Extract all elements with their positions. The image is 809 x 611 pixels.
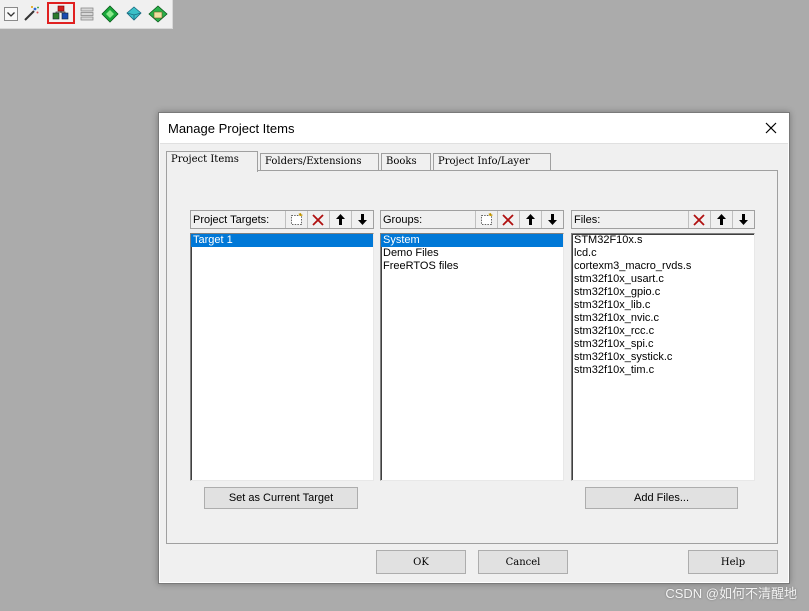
delete-group-button[interactable]	[497, 211, 518, 228]
group-item[interactable]: Demo Files	[381, 247, 563, 260]
files-list[interactable]: STM32F10x.s lcd.c cortexm3_macro_rvds.s …	[571, 233, 755, 481]
help-button[interactable]: Help	[688, 550, 778, 574]
magic-wand-icon[interactable]	[21, 4, 41, 24]
file-item[interactable]: stm32f10x_tim.c	[572, 364, 754, 377]
project-targets-column: Project Targets: Target 1	[190, 210, 374, 481]
groups-list[interactable]: System Demo Files FreeRTOS files	[380, 233, 564, 481]
green-diamond-icon[interactable]	[100, 4, 120, 24]
close-button[interactable]	[759, 117, 783, 139]
toolbar	[0, 0, 173, 29]
tab-folders-extensions[interactable]: Folders/Extensions	[260, 153, 379, 170]
new-target-button[interactable]	[285, 211, 306, 228]
new-item-icon	[480, 213, 493, 225]
files-column: Files: STM32F10x.s lcd.c cortexm3_macro_…	[571, 210, 755, 481]
arrow-up-icon	[335, 214, 345, 225]
file-item[interactable]: STM32F10x.s	[572, 234, 754, 247]
arrow-down-icon	[547, 214, 557, 225]
file-item[interactable]: stm32f10x_nvic.c	[572, 312, 754, 325]
dialog-title: Manage Project Items	[168, 121, 295, 136]
arrow-down-icon	[738, 214, 748, 225]
tab-books[interactable]: Books	[381, 153, 431, 170]
manage-project-items-dialog: Manage Project Items Project Items Folde…	[158, 112, 790, 584]
delete-icon	[502, 213, 514, 226]
dialog-client: Project Items Folders/Extensions Books P…	[160, 143, 788, 582]
move-file-up-button[interactable]	[710, 211, 731, 228]
delete-icon	[693, 213, 705, 226]
tab-project-items[interactable]: Project Items	[166, 151, 258, 172]
files-label: Files:	[574, 214, 601, 226]
watermark: CSDN @如何不清醒地	[665, 586, 797, 601]
diamond-pack-icon[interactable]	[124, 4, 144, 24]
groups-label: Groups:	[383, 214, 423, 226]
file-item[interactable]: stm32f10x_lib.c	[572, 299, 754, 312]
stacked-layers-icon[interactable]	[77, 4, 97, 24]
file-item[interactable]: stm32f10x_spi.c	[572, 338, 754, 351]
ok-button[interactable]: OK	[376, 550, 466, 574]
file-item[interactable]: stm32f10x_gpio.c	[572, 286, 754, 299]
tab-project-info-layer[interactable]: Project Info/Layer	[433, 153, 551, 170]
delete-target-button[interactable]	[307, 211, 328, 228]
groups-header: Groups:	[380, 210, 564, 229]
file-item[interactable]: stm32f10x_rcc.c	[572, 325, 754, 338]
move-target-up-button[interactable]	[329, 211, 350, 228]
file-item[interactable]: lcd.c	[572, 247, 754, 260]
file-item[interactable]: cortexm3_macro_rvds.s	[572, 260, 754, 273]
close-icon	[765, 122, 777, 134]
groups-column: Groups: System Demo Files FreeRTOS files	[380, 210, 564, 481]
target-item[interactable]: Target 1	[191, 234, 373, 247]
project-targets-label: Project Targets:	[193, 214, 270, 226]
delete-file-button[interactable]	[688, 211, 709, 228]
manage-project-items-icon[interactable]	[47, 2, 75, 24]
move-file-down-button[interactable]	[732, 211, 753, 228]
new-item-icon	[290, 213, 303, 225]
arrow-down-icon	[357, 214, 367, 225]
set-as-current-target-button[interactable]: Set as Current Target	[204, 487, 358, 509]
move-target-down-button[interactable]	[351, 211, 372, 228]
add-files-button[interactable]: Add Files...	[585, 487, 738, 509]
group-item[interactable]: FreeRTOS files	[381, 260, 563, 273]
files-header: Files:	[571, 210, 755, 229]
new-group-button[interactable]	[475, 211, 496, 228]
file-item[interactable]: stm32f10x_systick.c	[572, 351, 754, 364]
group-item[interactable]: System	[381, 234, 563, 247]
dropdown-arrow-icon[interactable]	[1, 4, 21, 24]
project-targets-list[interactable]: Target 1	[190, 233, 374, 481]
file-item[interactable]: stm32f10x_usart.c	[572, 273, 754, 286]
arrow-up-icon	[716, 214, 726, 225]
delete-icon	[312, 213, 324, 226]
cancel-button[interactable]: Cancel	[478, 550, 568, 574]
arrow-up-icon	[525, 214, 535, 225]
move-group-up-button[interactable]	[519, 211, 540, 228]
project-targets-header: Project Targets:	[190, 210, 374, 229]
project-items-panel: Project Targets: Target 1 Groups: System…	[166, 170, 778, 544]
move-group-down-button[interactable]	[541, 211, 562, 228]
multi-project-icon[interactable]	[148, 4, 168, 24]
